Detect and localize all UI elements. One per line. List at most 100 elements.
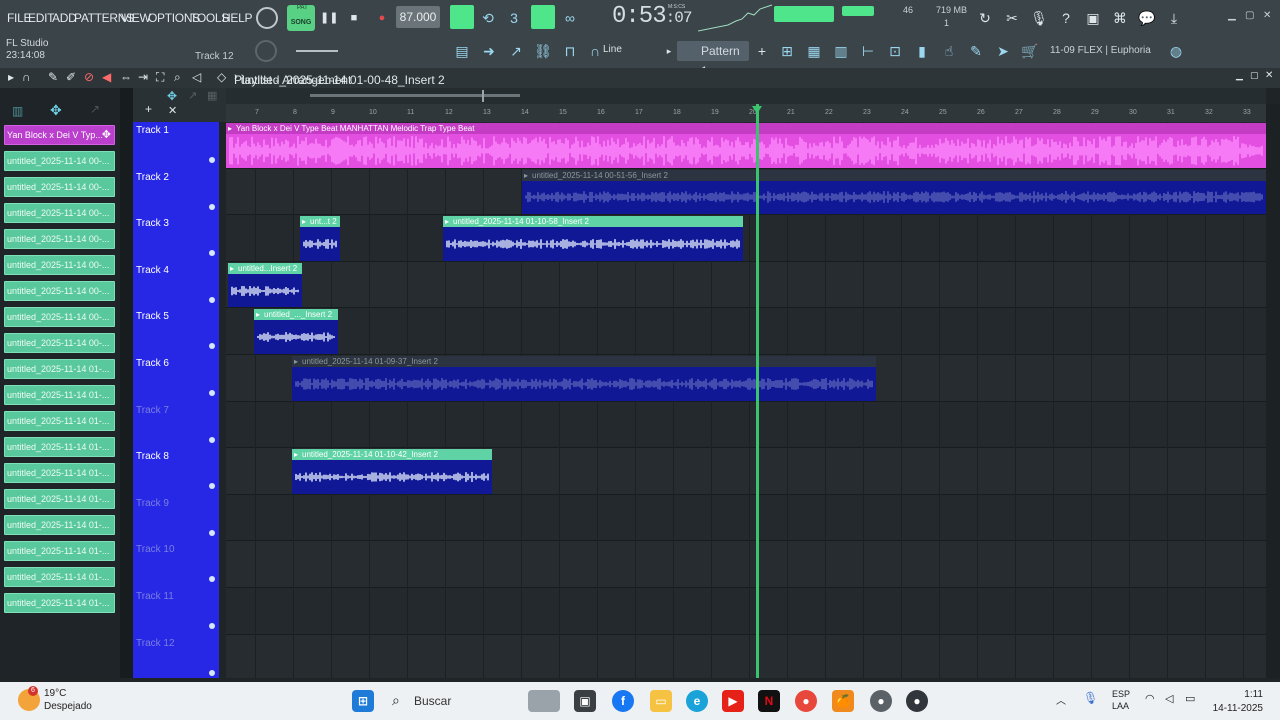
magnet-small-icon[interactable]: ∩ bbox=[22, 70, 31, 84]
cart-icon[interactable]: 🛒 bbox=[1021, 42, 1039, 60]
paint-tool-icon[interactable]: ✐ bbox=[66, 70, 76, 84]
track-mute-toggle[interactable] bbox=[209, 250, 215, 257]
zoom-tool-icon[interactable]: ⌕ bbox=[174, 70, 181, 85]
snap-icon[interactable]: ∩ bbox=[586, 42, 604, 60]
overview-thumb[interactable] bbox=[310, 94, 520, 97]
mute-tool-icon[interactable]: ◀ bbox=[102, 70, 111, 84]
audio-clip[interactable]: untitled_2025-11-14 01-09-37_Insert 2 bbox=[292, 356, 876, 401]
clip-title[interactable]: untitled_2025-11-14 01-10-58_Insert 2 bbox=[443, 216, 743, 228]
browser-clip-item[interactable]: untitled_2025-11-14 01-... bbox=[4, 437, 115, 457]
delete-tool-icon[interactable]: ⊘ bbox=[84, 70, 94, 84]
system-clock[interactable]: 1:11 14-11-2025 bbox=[1205, 688, 1263, 716]
plugin-icon[interactable]: ⌘ bbox=[1111, 9, 1129, 27]
start-icon[interactable]: ⊞ bbox=[352, 690, 374, 712]
track-mute-toggle[interactable] bbox=[209, 343, 215, 350]
resize-icon[interactable]: ✥ bbox=[167, 89, 177, 103]
pitch-knob[interactable] bbox=[255, 40, 277, 62]
vertical-scrollbar[interactable] bbox=[1266, 104, 1280, 678]
audio-clip[interactable]: untitled...Insert 2 bbox=[228, 262, 302, 308]
arrangement-icon[interactable]: ◇ bbox=[217, 70, 226, 84]
notes-icon[interactable]: ▮ bbox=[913, 42, 931, 60]
track-lane[interactable] bbox=[226, 215, 1266, 262]
menu-add[interactable]: ADD bbox=[52, 11, 77, 25]
browser-icon[interactable]: ⊢ bbox=[859, 42, 877, 60]
remove-track-icon[interactable]: ✕ bbox=[168, 104, 177, 117]
playback-tool-icon[interactable]: ◁ bbox=[192, 70, 201, 84]
track-name[interactable]: Track 7 bbox=[136, 405, 169, 416]
track-lane[interactable] bbox=[226, 402, 1266, 449]
snap-selector[interactable]: Line bbox=[603, 44, 622, 55]
marker-icon[interactable]: ✎ bbox=[967, 42, 985, 60]
track-name[interactable]: Track 1 bbox=[136, 125, 169, 136]
master-volume-knob[interactable] bbox=[256, 7, 278, 29]
task-view-icon[interactable]: ▣ bbox=[574, 690, 596, 712]
facebook-icon[interactable]: f bbox=[612, 690, 634, 712]
track-name[interactable]: Track 6 bbox=[136, 358, 169, 369]
track-lane[interactable] bbox=[226, 541, 1266, 588]
track-name[interactable]: Track 5 bbox=[136, 311, 169, 322]
plugin-picker-icon[interactable]: ⊡ bbox=[886, 42, 904, 60]
browser-scrollbar[interactable] bbox=[120, 88, 133, 678]
move-icon[interactable]: ✥ bbox=[50, 102, 62, 119]
track-lane[interactable] bbox=[226, 308, 1266, 355]
browser-clip-item[interactable]: untitled_2025-11-14 01-... bbox=[4, 489, 115, 509]
track-name[interactable]: Track 3 bbox=[136, 218, 169, 229]
clip-title[interactable]: untitled_2025-11-14 01-10-42_Insert 2 bbox=[292, 449, 492, 461]
track-name[interactable]: Track 4 bbox=[136, 265, 169, 276]
browser-clip-item[interactable]: untitled_2025-11-14 01-... bbox=[4, 359, 115, 379]
track-name[interactable]: Track 10 bbox=[136, 544, 175, 555]
playlist-maximize-icon[interactable]: ▢ bbox=[1250, 70, 1259, 81]
browser-clip-item[interactable]: untitled_2025-11-14 00-... bbox=[4, 281, 115, 301]
track-mute-toggle[interactable] bbox=[209, 157, 215, 163]
search-input[interactable]: Buscar bbox=[388, 690, 508, 712]
file-explorer-icon[interactable]: ▭ bbox=[650, 690, 672, 712]
track-mute-toggle[interactable] bbox=[209, 576, 215, 583]
audio-clip[interactable]: untitled_2025-11-14 00-51-56_Insert 2 bbox=[522, 169, 1266, 215]
help-icon[interactable]: ? bbox=[1057, 9, 1075, 27]
send-icon[interactable]: ➤ bbox=[994, 42, 1012, 60]
master-pitch-slider[interactable] bbox=[296, 50, 338, 52]
maximize-icon[interactable]: ▢ bbox=[1245, 10, 1254, 21]
browser-clip-item[interactable]: untitled_2025-11-14 00-... bbox=[4, 151, 115, 171]
track-mute-toggle[interactable] bbox=[209, 203, 215, 210]
grid-icon[interactable]: ▦ bbox=[207, 89, 217, 102]
browser-clip-item[interactable]: untitled_2025-11-14 01-... bbox=[4, 515, 115, 535]
pause-button[interactable]: ❚❚ bbox=[320, 10, 338, 26]
pin-icon[interactable]: ✥ bbox=[102, 126, 111, 144]
track-mute-toggle[interactable] bbox=[209, 623, 215, 629]
slip-tool-icon[interactable]: ⇔ bbox=[120, 70, 132, 84]
tempo-display[interactable]: 87.000 bbox=[396, 6, 440, 28]
language-indicator[interactable]: ESP LAA bbox=[1112, 688, 1130, 712]
browser-clip-item[interactable]: untitled_2025-11-14 01-... bbox=[4, 593, 115, 613]
audio-clip[interactable]: unt...t 2 bbox=[300, 216, 340, 261]
track-mute-toggle[interactable] bbox=[209, 390, 215, 396]
step-edit-button[interactable] bbox=[531, 5, 555, 29]
tools-icon[interactable]: ✂ bbox=[1003, 9, 1021, 27]
wait-input-icon[interactable]: ⟲ bbox=[479, 9, 497, 27]
browser-clip-item[interactable]: untitled_2025-11-14 01-... bbox=[4, 567, 115, 587]
playlist-minimize-icon[interactable]: ▁ bbox=[1236, 70, 1243, 81]
arrow-left-icon[interactable]: ▸ bbox=[660, 42, 678, 60]
touch-icon[interactable]: ☝ bbox=[940, 42, 958, 60]
draw-tool-icon[interactable]: ✎ bbox=[48, 70, 58, 84]
play-arrow-icon[interactable]: ▸ bbox=[8, 70, 14, 84]
playlist-icon[interactable]: ▤ bbox=[453, 42, 471, 60]
track-lane[interactable] bbox=[226, 495, 1266, 542]
browser-clip-item[interactable]: untitled_2025-11-14 01-... bbox=[4, 463, 115, 483]
browser-clip-item[interactable]: untitled_2025-11-14 00-... bbox=[4, 333, 115, 353]
link-icon[interactable]: ⛓ bbox=[534, 42, 552, 60]
track-name[interactable]: Track 2 bbox=[136, 172, 169, 183]
weather-widget[interactable]: 19°C Despejado bbox=[44, 687, 92, 713]
browser-clip-item[interactable]: untitled_2025-11-14 00-... bbox=[4, 177, 115, 197]
audio-clip[interactable]: untitled_..._Insert 2 bbox=[254, 309, 338, 354]
record-button[interactable]: ● bbox=[374, 10, 390, 26]
tray-chevron-icon[interactable]: ︿ bbox=[1056, 692, 1066, 707]
clip-title[interactable]: unt...t 2 bbox=[300, 216, 340, 228]
fl-studio-icon[interactable]: 🍊 bbox=[832, 690, 854, 712]
refresh-icon[interactable]: ↻ bbox=[976, 9, 994, 27]
netflix-icon[interactable]: N bbox=[758, 690, 780, 712]
globe-icon[interactable]: ◍ bbox=[1167, 42, 1185, 60]
timeline-ruler[interactable]: 7 8 9 10 11 12 13 14 15 16 17 18 19 20 21 22 23 24 25 26 27 2… bbox=[226, 104, 1266, 122]
slide-icon[interactable]: ↗ bbox=[507, 42, 525, 60]
battery-icon[interactable]: ▭ bbox=[1185, 692, 1195, 705]
